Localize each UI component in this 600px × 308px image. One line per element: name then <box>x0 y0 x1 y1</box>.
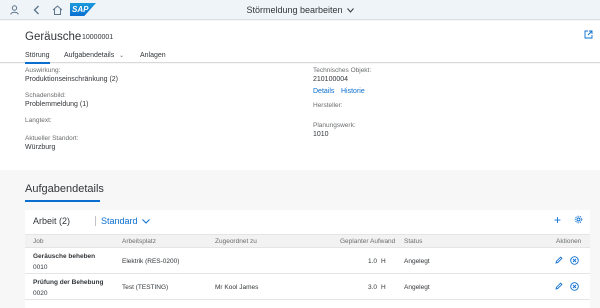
chevron-down-icon: ⌄ <box>119 53 125 59</box>
status-value: Angelegt <box>404 258 430 265</box>
aufwand-unit: H <box>381 258 386 265</box>
toolbar-separator <box>95 216 96 226</box>
edit-icon[interactable] <box>555 282 563 292</box>
schadensbild-value: Problemmeldung (1) <box>25 101 89 108</box>
auswirkung-label: Auswirkung: <box>25 67 61 74</box>
detail-section: Auswirkung: Produktionseinschränkung (2)… <box>0 64 600 170</box>
delete-icon[interactable] <box>570 282 579 293</box>
arbeitsplatz-value: Elektrik (RES-0200) <box>122 258 180 265</box>
techobj-label: Technisches Objekt: <box>313 67 372 74</box>
col-aktionen: Aktionen <box>556 238 582 245</box>
object-id: 10000001 <box>82 34 114 41</box>
col-zugeordnet[interactable]: Zugeordnet zu <box>215 238 257 245</box>
table-header: Job Arbeitsplatz Zugeordnet zu Geplanter… <box>25 234 590 248</box>
table-row[interactable]: Prüfung der Behebung 0020 Test (TESTING)… <box>25 275 590 300</box>
col-status[interactable]: Status <box>404 238 422 245</box>
section-title: Aufgabendetails <box>25 183 104 195</box>
zugeordnet-value: Mr Kool James <box>215 284 259 291</box>
add-icon[interactable]: + <box>554 213 561 227</box>
gear-icon[interactable] <box>574 215 583 226</box>
planungswerk-label: Planungswerk: <box>313 122 356 129</box>
aufwand-value: 1.0 <box>368 258 378 265</box>
shell-bar: SAP Störmeldung bearbeiten <box>0 0 600 20</box>
table-title: Arbeit (2) <box>33 216 71 226</box>
job-title: Geräusche beheben <box>33 253 96 260</box>
edit-icon[interactable] <box>555 256 563 266</box>
standort-label: Aktueller Standort: <box>25 135 79 142</box>
tab-bar: Störung Aufgabendetails ⌄ Anlagen <box>0 49 600 64</box>
langtext-label: Langtext: <box>25 117 52 124</box>
variant-label: Standard <box>101 216 138 226</box>
home-icon[interactable] <box>50 0 64 20</box>
auswirkung-value: Produktionseinschränkung (2) <box>25 76 118 83</box>
table-row[interactable]: Geräusche beheben 0010 Elektrik (RES-020… <box>25 249 590 274</box>
aufwand-unit: H <box>381 284 386 291</box>
variant-selector[interactable]: Standard <box>101 216 150 226</box>
col-aufwand[interactable]: Geplanter Aufwand <box>340 238 395 245</box>
job-number: 0010 <box>33 264 48 271</box>
arbeitsplatz-value: Test (TESTING) <box>122 284 169 291</box>
delete-icon[interactable] <box>570 256 579 267</box>
chevron-down-icon[interactable] <box>346 5 354 15</box>
historie-link[interactable]: Historie <box>341 88 365 95</box>
table-toolbar: Arbeit (2) Standard + <box>25 210 590 232</box>
export-icon[interactable] <box>584 30 593 41</box>
hersteller-label: Hersteller: <box>313 102 343 109</box>
job-number: 0020 <box>33 290 48 297</box>
back-icon[interactable] <box>30 0 42 20</box>
chevron-down-icon <box>142 219 150 224</box>
section-underline <box>25 200 100 202</box>
tab-aufgabendetails[interactable]: Aufgabendetails ⌄ <box>64 52 124 59</box>
techobj-value: 210100004 <box>313 76 349 83</box>
details-link[interactable]: Details <box>313 88 334 95</box>
object-title: Geräusche <box>25 31 82 43</box>
col-arbeitsplatz[interactable]: Arbeitsplatz <box>122 238 156 245</box>
work-table: Arbeit (2) Standard + Job Arbeitsplatz Z… <box>25 210 590 308</box>
tab-stoerung[interactable]: Störung <box>25 52 50 64</box>
standort-value: Würzburg <box>25 144 56 151</box>
tab-aufgabendetails-label: Aufgabendetails <box>64 52 115 59</box>
planungswerk-value: 1010 <box>313 131 329 138</box>
aufwand-value: 3.0 <box>368 284 378 291</box>
status-value: Angelegt <box>404 284 430 291</box>
job-title: Prüfung der Behebung <box>33 279 104 286</box>
schadensbild-label: Schadensbild: <box>25 92 66 99</box>
tab-anlagen[interactable]: Anlagen <box>140 52 166 59</box>
app-title[interactable]: Störmeldung bearbeiten <box>246 5 342 15</box>
col-job[interactable]: Job <box>33 238 43 245</box>
sap-logo[interactable]: SAP <box>70 3 96 16</box>
user-icon[interactable] <box>8 0 20 20</box>
